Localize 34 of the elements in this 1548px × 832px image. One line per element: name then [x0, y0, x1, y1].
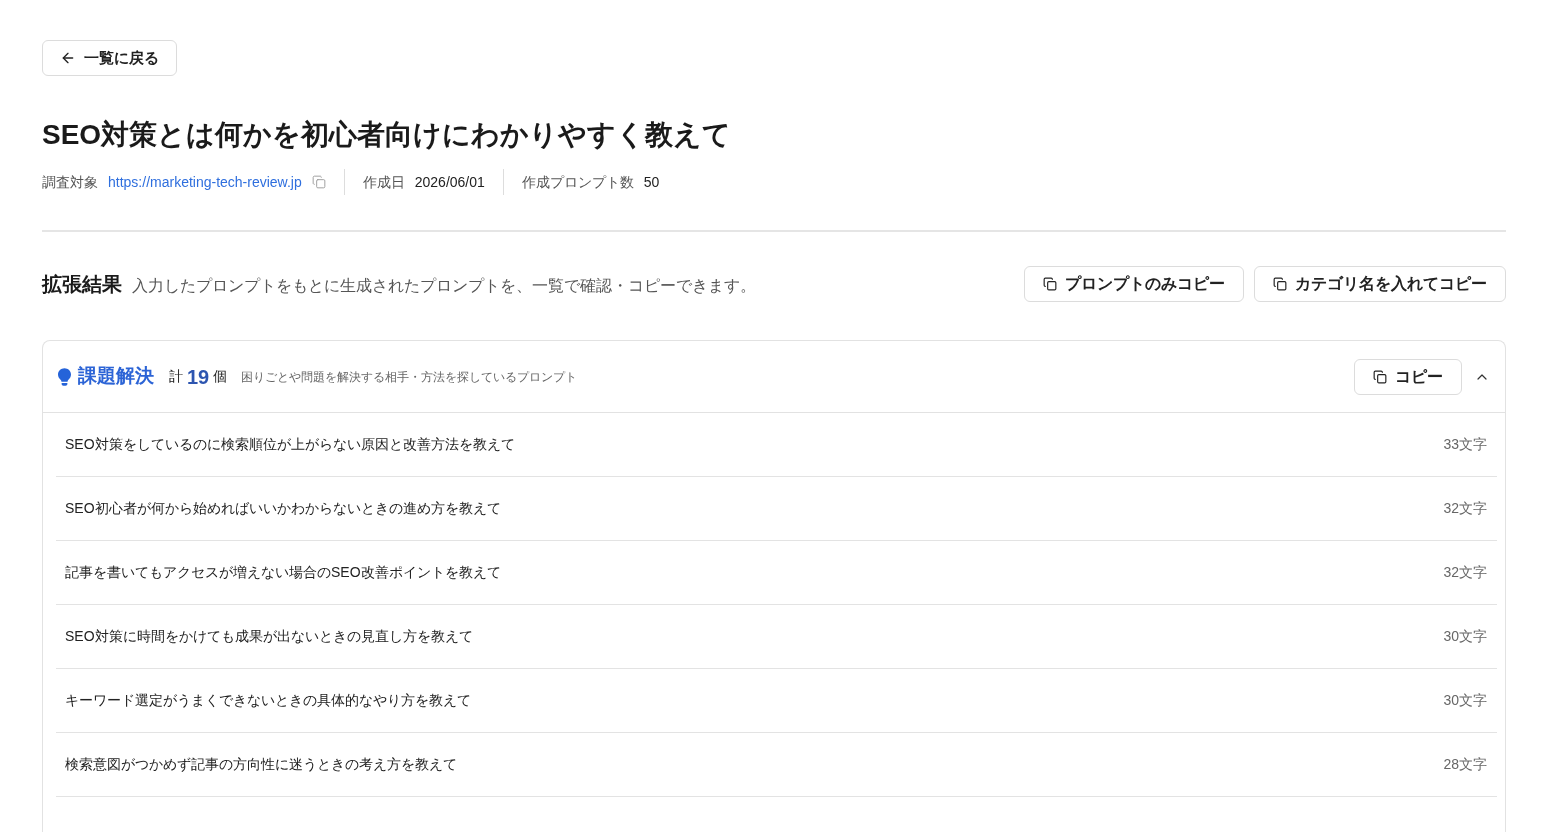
meta-value: 2026/06/01	[414, 172, 485, 192]
character-count: 32文字	[1443, 499, 1487, 518]
section-description: 入力したプロンプトをもとに生成されたプロンプトを、一覧で確認・コピーできます。	[132, 276, 756, 296]
copy-icon	[1273, 277, 1287, 291]
prompt-text: SEO初心者が何から始めればいいかわからないときの進め方を教えて	[65, 499, 501, 518]
total-prefix: 計	[169, 367, 183, 386]
prompt-text: SEO対策に時間をかけても成果が出ないときの見直し方を教えて	[65, 627, 473, 646]
copy-button[interactable]: コピー	[1354, 358, 1462, 395]
meta-label: 調査対象	[42, 172, 98, 192]
back-button[interactable]: 一覧に戻る	[42, 40, 177, 76]
copy-icon	[1043, 277, 1057, 291]
character-count: 28文字	[1443, 755, 1487, 774]
site-link[interactable]: https://marketing-tech-review.jp	[108, 171, 302, 193]
character-count: 30文字	[1443, 691, 1487, 710]
character-count: 30文字	[1443, 627, 1487, 646]
meta-label: 作成プロンプト数	[521, 172, 634, 192]
copy-icon	[1373, 369, 1387, 384]
meta-label: 作成日	[362, 172, 405, 192]
copy-button[interactable]: プロンプトのみコピー	[1024, 266, 1244, 302]
meta-value: 50	[643, 172, 660, 192]
copy-button[interactable]: カテゴリ名を入れてコピー	[1254, 266, 1506, 302]
prompt-text: SEO対策をしているのに検索順位が上がらない原因と改善方法を教えて	[65, 435, 515, 454]
prompt-text: 記事を書いてもアクセスが増えない場合のSEO改善ポイントを教えて	[65, 563, 501, 582]
category-name: 課題解決	[78, 364, 154, 389]
category-description: 困りごとや問題を解決する相手・方法を探しているプロンプト	[241, 368, 578, 386]
section-heading: 拡張結果	[42, 272, 122, 297]
total-suffix: 個	[213, 367, 228, 386]
character-count: 33文字	[1443, 435, 1487, 454]
page-title: SEO対策とは何かを初心者向けにわかりやすく教えて	[42, 118, 732, 152]
character-count: 32文字	[1443, 563, 1487, 582]
prompt-text: キーワード選定がうまくできないときの具体的なやり方を教えて	[65, 691, 471, 710]
lightbulb-icon	[58, 367, 71, 386]
prompt-text: 検索意図がつかめず記事の方向性に迷うときの考え方を教えて	[65, 755, 457, 774]
prompt-count: 19	[187, 364, 210, 390]
